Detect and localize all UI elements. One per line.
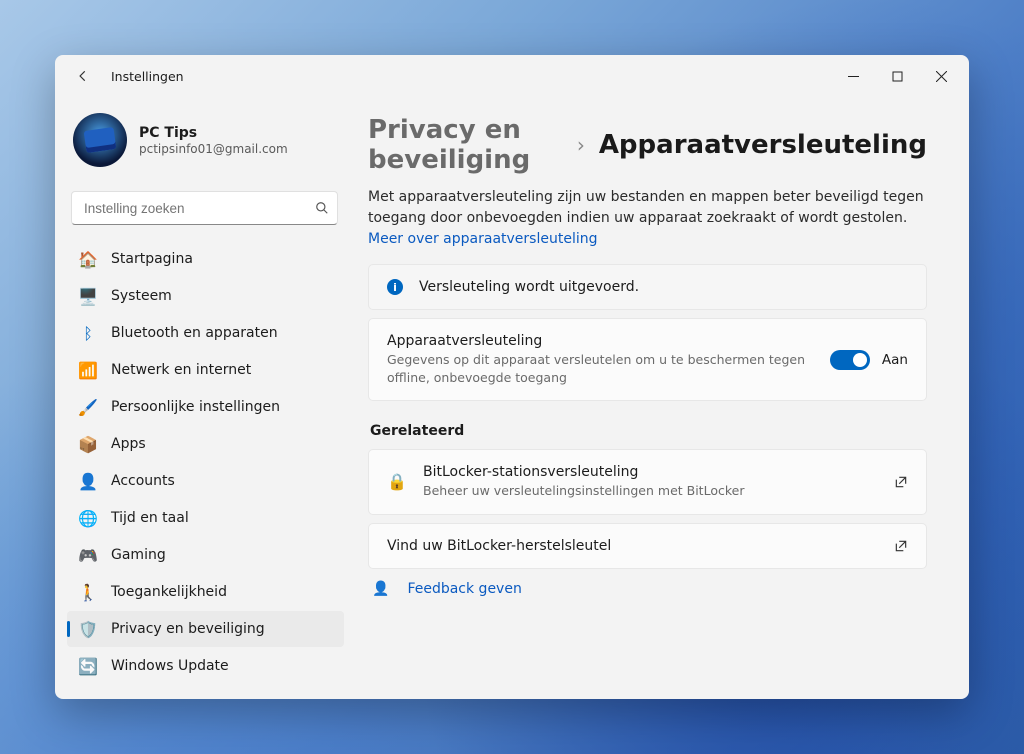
sidebar-item-tijd-en-taal[interactable]: 🌐 Tijd en taal — [67, 500, 344, 536]
feedback-row: 👤 Feedback geven — [368, 579, 927, 599]
info-text: Versleuteling wordt uitgevoerd. — [419, 279, 639, 295]
encryption-card: Apparaatversleuteling Gegevens op dit ap… — [368, 318, 927, 401]
avatar — [73, 113, 127, 167]
sidebar-item-startpagina[interactable]: 🏠 Startpagina — [67, 241, 344, 277]
sidebar-item-apps[interactable]: 📦 Apps — [67, 426, 344, 462]
toggle-state-label: Aan — [882, 352, 908, 368]
close-button[interactable] — [919, 61, 963, 91]
settings-window: Instellingen PC Tips pctipsinfo01@gmail.… — [55, 55, 969, 699]
nav-label: Bluetooth en apparaten — [111, 325, 278, 341]
nav-icon: 🏠 — [79, 250, 97, 268]
sidebar-item-toegankelijkheid[interactable]: 🚶 Toegankelijkheid — [67, 574, 344, 610]
nav-icon: 👤 — [79, 472, 97, 490]
maximize-button[interactable] — [875, 61, 919, 91]
nav-label: Netwerk en internet — [111, 362, 251, 378]
search-box[interactable] — [71, 191, 338, 225]
nav-icon: 🖥️ — [79, 287, 97, 305]
nav-label: Privacy en beveiliging — [111, 621, 265, 637]
search-icon — [307, 201, 337, 215]
nav-label: Tijd en taal — [111, 510, 189, 526]
recovery-title: Vind uw BitLocker-herstelsleutel — [387, 538, 878, 554]
sidebar-item-privacy-en-beveiliging[interactable]: 🛡️ Privacy en beveiliging — [67, 611, 344, 647]
nav-icon: 🎮 — [79, 546, 97, 564]
profile-name: PC Tips — [139, 125, 288, 141]
sidebar-item-windows-update[interactable]: 🔄 Windows Update — [67, 648, 344, 684]
nav-label: Apps — [111, 436, 146, 452]
recovery-key-card[interactable]: Vind uw BitLocker-herstelsleutel — [368, 523, 927, 569]
bitlocker-subtitle: Beheer uw versleutelingsinstellingen met… — [423, 482, 878, 500]
sidebar-item-gaming[interactable]: 🎮 Gaming — [67, 537, 344, 573]
profile-email: pctipsinfo01@gmail.com — [139, 142, 288, 156]
breadcrumb: Privacy en beveiliging › Apparaatversleu… — [368, 115, 927, 175]
back-button[interactable] — [65, 58, 101, 94]
nav-label: Toegankelijkheid — [111, 584, 227, 600]
sidebar-item-bluetooth-en-apparaten[interactable]: ᛒ Bluetooth en apparaten — [67, 315, 344, 351]
breadcrumb-parent[interactable]: Privacy en beveiliging — [368, 115, 563, 175]
breadcrumb-current: Apparaatversleuteling — [599, 130, 927, 160]
nav-label: Systeem — [111, 288, 172, 304]
nav-icon: 🌐 — [79, 509, 97, 527]
learn-more-link[interactable]: Meer over apparaatversleuteling — [368, 231, 597, 247]
chevron-right-icon: › — [577, 133, 585, 157]
window-title: Instellingen — [111, 69, 184, 84]
nav-icon: 🚶 — [79, 583, 97, 601]
nav: 🏠 Startpagina 🖥️ Systeem ᛒ Bluetooth en appar… — [67, 241, 344, 684]
nav-icon: 📦 — [79, 435, 97, 453]
bitlocker-card[interactable]: 🔒 BitLocker-stationsversleuteling Beheer… — [368, 449, 927, 515]
nav-label: Gaming — [111, 547, 166, 563]
bitlocker-title: BitLocker-stationsversleuteling — [423, 464, 878, 480]
nav-label: Windows Update — [111, 658, 229, 674]
nav-icon: 🖌️ — [79, 398, 97, 416]
info-banner: i Versleuteling wordt uitgevoerd. — [368, 264, 927, 310]
sidebar-item-accounts[interactable]: 👤 Accounts — [67, 463, 344, 499]
minimize-button[interactable] — [831, 61, 875, 91]
sidebar-item-persoonlijke-instellingen[interactable]: 🖌️ Persoonlijke instellingen — [67, 389, 344, 425]
sidebar-item-systeem[interactable]: 🖥️ Systeem — [67, 278, 344, 314]
lock-icon: 🔒 — [387, 472, 407, 491]
content: PC Tips pctipsinfo01@gmail.com 🏠 Startpag… — [55, 97, 969, 699]
nav-icon: 📶 — [79, 361, 97, 379]
nav-label: Startpagina — [111, 251, 193, 267]
open-external-icon — [894, 539, 908, 553]
related-heading: Gerelateerd — [370, 423, 927, 439]
page-description: Met apparaatversleuteling zijn uw bestan… — [368, 187, 927, 250]
search-input[interactable] — [72, 201, 307, 216]
sidebar: PC Tips pctipsinfo01@gmail.com 🏠 Startpag… — [55, 97, 350, 699]
encryption-subtitle: Gegevens op dit apparaat versleutelen om… — [387, 351, 814, 386]
caption-buttons — [831, 61, 963, 91]
main-panel: Privacy en beveiliging › Apparaatversleu… — [350, 97, 969, 699]
info-icon: i — [387, 279, 403, 295]
feedback-icon: 👤 — [372, 581, 389, 597]
nav-icon: 🔄 — [79, 657, 97, 675]
nav-label: Accounts — [111, 473, 175, 489]
profile[interactable]: PC Tips pctipsinfo01@gmail.com — [67, 107, 344, 183]
feedback-link[interactable]: Feedback geven — [407, 581, 521, 597]
open-external-icon — [894, 475, 908, 489]
encryption-title: Apparaatversleuteling — [387, 333, 814, 349]
nav-label: Persoonlijke instellingen — [111, 399, 280, 415]
encryption-toggle[interactable] — [830, 350, 870, 370]
nav-icon: ᛒ — [79, 324, 97, 342]
sidebar-item-netwerk-en-internet[interactable]: 📶 Netwerk en internet — [67, 352, 344, 388]
nav-icon: 🛡️ — [79, 620, 97, 638]
titlebar: Instellingen — [55, 55, 969, 97]
